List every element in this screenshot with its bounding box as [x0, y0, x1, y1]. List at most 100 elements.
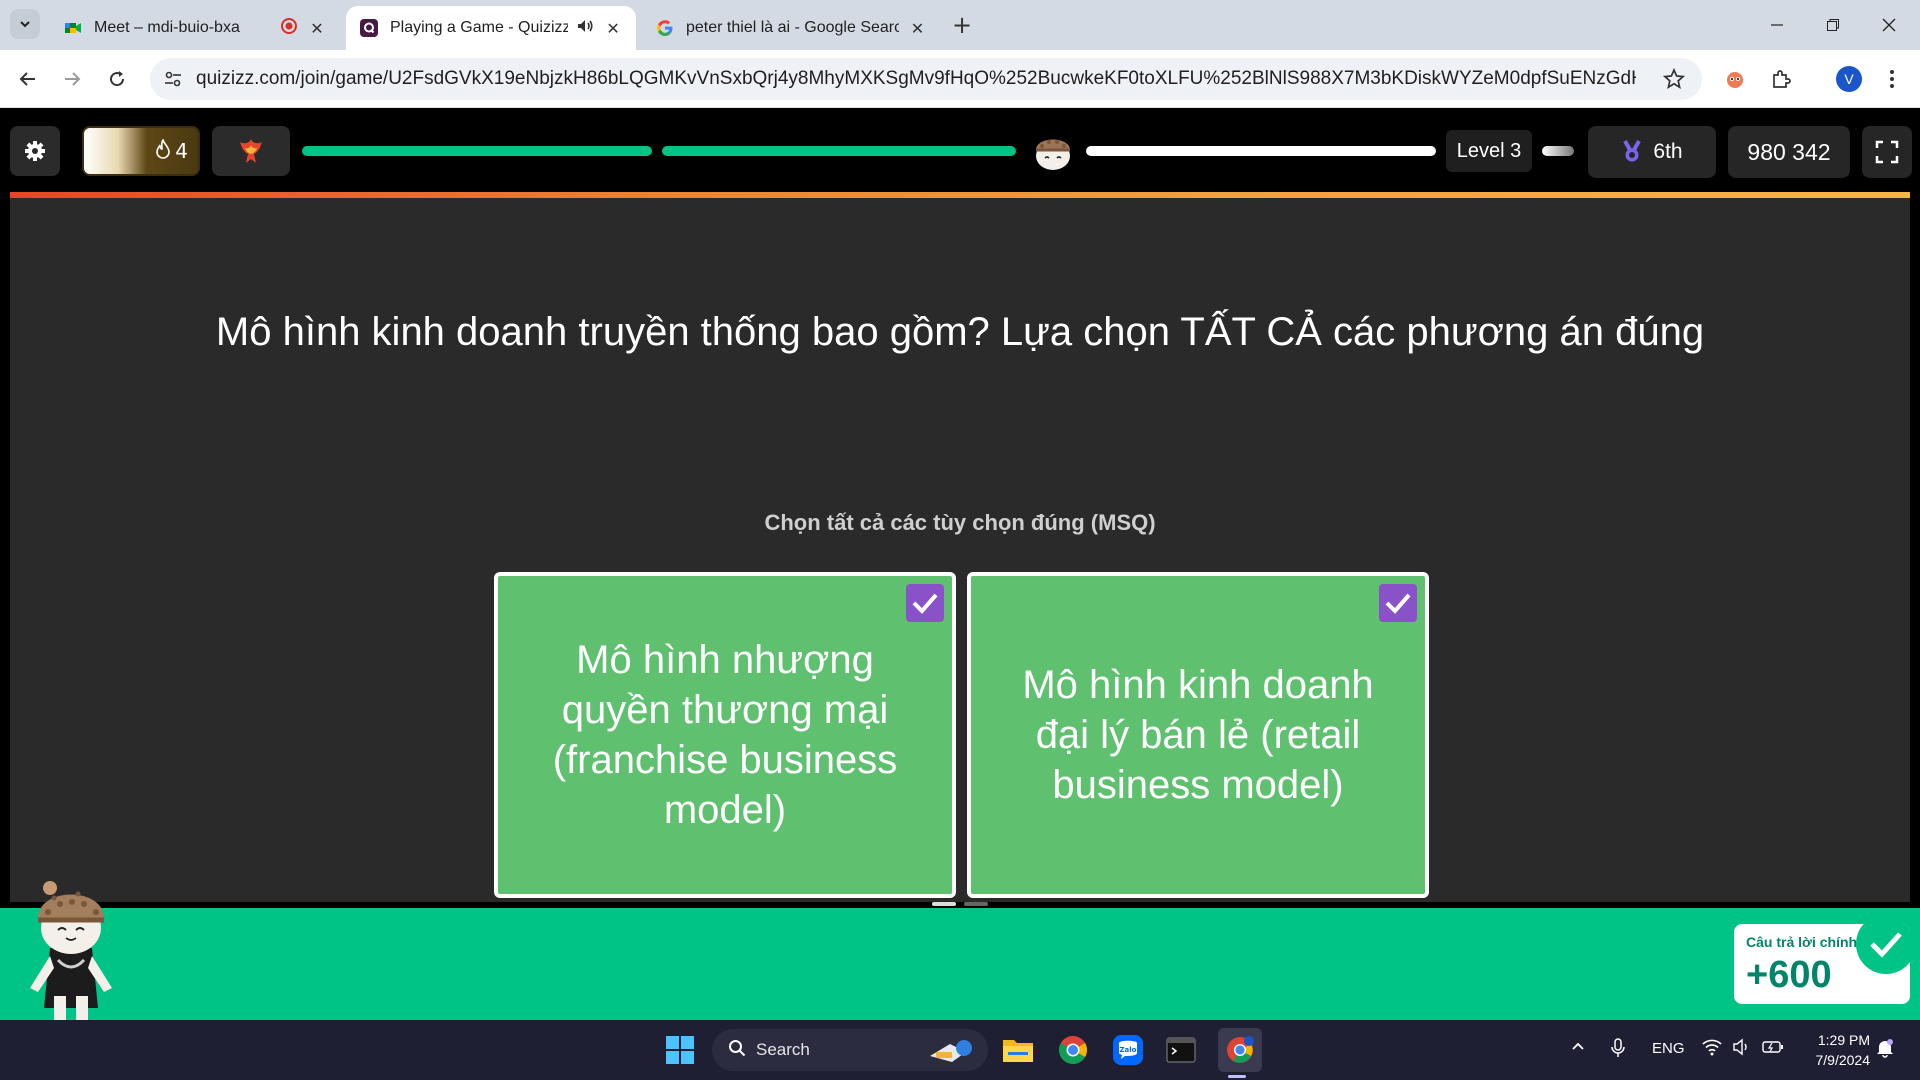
taskbar-search-box[interactable]: Search	[712, 1029, 988, 1071]
search-highlight-icon	[922, 1034, 978, 1071]
restore-icon	[1827, 19, 1839, 31]
answer-option-1[interactable]: Mô hình nhượng quyền thương mại (franchi…	[494, 572, 956, 898]
correct-answer-label: Câu trả lời chính	[1746, 934, 1858, 950]
browser-toolbar: quizizz.com/join/game/U2FsdGVkX19eNbjzkH…	[0, 50, 1920, 108]
site-info-icon[interactable]	[162, 68, 184, 90]
rank-indicator[interactable]: 6th	[1588, 126, 1716, 178]
terminal-icon[interactable]	[1163, 1032, 1199, 1068]
profile-avatar[interactable]: V	[1836, 66, 1862, 92]
powerup-button[interactable]	[212, 126, 290, 176]
windows-taskbar: Search Zalo ENG 1:29 PM 7/9/2024	[0, 1020, 1920, 1080]
wifi-icon[interactable]	[1702, 1038, 1722, 1060]
microphone-icon[interactable]	[1610, 1038, 1626, 1062]
level-badge: Level 3	[1446, 130, 1532, 172]
reload-button[interactable]	[103, 65, 131, 93]
quizizz-game: 4 Level 3 6th 980 342 Mô hình kinh doanh…	[0, 108, 1920, 1020]
active-app-indicator	[1228, 1075, 1246, 1078]
next-level-progress	[1542, 146, 1574, 156]
correct-answer-card: Câu trả lời chính +600	[1734, 924, 1910, 1004]
svg-text:Zalo: Zalo	[1119, 1046, 1136, 1054]
clock-date: 7/9/2024	[1815, 1052, 1871, 1068]
extension-icon[interactable]	[1720, 64, 1750, 94]
checkbox-checked-icon[interactable]	[906, 584, 944, 622]
url-text[interactable]: quizizz.com/join/game/U2FsdGVkX19eNbjzkH…	[196, 68, 1636, 90]
answer-feedback-bar: Câu trả lời chính +600	[0, 881, 1920, 1020]
answer-option-text: Mô hình kinh doanh đại lý bán lẻ (retail…	[1022, 663, 1374, 807]
settings-button[interactable]	[10, 126, 60, 176]
phoenix-powerup-icon	[240, 139, 262, 163]
rank-text: 6th	[1653, 140, 1683, 163]
recording-icon	[280, 17, 298, 39]
forward-button[interactable]	[58, 65, 86, 93]
question-type-hint: Chọn tất cả các tùy chọn đúng (MSQ)	[764, 510, 1156, 535]
answer-option-2[interactable]: Mô hình kinh doanh đại lý bán lẻ (retail…	[967, 572, 1429, 898]
language-indicator[interactable]: ENG	[1652, 1040, 1685, 1057]
battery-icon[interactable]	[1762, 1038, 1784, 1060]
volume-icon[interactable]	[1732, 1038, 1752, 1060]
google-icon	[657, 20, 673, 36]
restore-button[interactable]	[1818, 10, 1848, 40]
minimize-icon	[1771, 24, 1783, 26]
zalo-icon[interactable]: Zalo	[1110, 1032, 1146, 1068]
question-progress-segment	[302, 146, 652, 156]
clock-time: 1:29 PM	[1817, 1032, 1870, 1048]
close-window-button[interactable]	[1874, 10, 1904, 40]
points-earned: +600	[1746, 954, 1832, 996]
address-bar[interactable]: quizizz.com/join/game/U2FsdGVkX19eNbjzkH…	[150, 58, 1702, 100]
page-indicator[interactable]	[964, 902, 988, 906]
extensions-puzzle-icon[interactable]	[1766, 64, 1796, 94]
new-tab-button[interactable]: +	[950, 11, 974, 39]
notification-bell-icon[interactable]	[1876, 1038, 1894, 1062]
quizizz-icon	[360, 19, 378, 37]
score-display: 980 342	[1728, 126, 1850, 178]
speaker-icon[interactable]	[576, 17, 594, 39]
search-placeholder: Search	[756, 1040, 810, 1059]
streak-counter: 4	[82, 126, 200, 176]
fullscreen-icon	[1875, 140, 1899, 164]
level-progress-bar	[1086, 146, 1436, 156]
streak-count: 4	[175, 139, 188, 163]
bookmark-star-icon[interactable]	[1662, 67, 1686, 91]
tab-meet[interactable]: Meet – mdi-buio-bxa ✕	[50, 6, 340, 50]
chrome-icon[interactable]	[1055, 1032, 1091, 1068]
tab-google-search[interactable]: peter thiel là ai - Google Search ✕	[642, 6, 940, 50]
browser-tab-strip: Meet – mdi-buio-bxa ✕ Playing a Game - Q…	[0, 0, 1920, 50]
search-icon	[728, 1039, 746, 1062]
player-character-icon	[20, 878, 120, 1020]
chevron-down-icon	[20, 21, 30, 28]
checkmark-icon	[1856, 924, 1910, 974]
more-menu-icon[interactable]	[1880, 66, 1904, 92]
close-tab-icon[interactable]: ✕	[308, 19, 326, 38]
google-meet-icon	[65, 23, 81, 33]
close-icon	[1882, 18, 1896, 32]
question-progress-segment	[662, 146, 1016, 156]
tab-title: Playing a Game - Quizizz	[390, 19, 569, 36]
question-text: Mô hình kinh doanh truyền thống bao gồm?…	[215, 310, 1705, 354]
tab-search-button[interactable]	[10, 9, 40, 39]
show-hidden-icons-chevron-icon[interactable]	[1570, 1038, 1586, 1058]
question-panel: Mô hình kinh doanh truyền thống bao gồm?…	[10, 192, 1910, 902]
reload-icon	[110, 71, 125, 87]
tab-title: peter thiel là ai - Google Search	[686, 19, 899, 36]
tab-title: Meet – mdi-buio-bxa	[94, 19, 240, 36]
chrome-profile-icon[interactable]	[1218, 1028, 1262, 1072]
back-button[interactable]	[14, 65, 42, 93]
fullscreen-button[interactable]	[1862, 126, 1912, 178]
arrow-right-icon	[65, 72, 81, 86]
checkbox-checked-icon[interactable]	[1379, 584, 1417, 622]
arrow-left-icon	[19, 72, 35, 86]
flame-icon	[155, 137, 171, 164]
game-header: 4 Level 3 6th 980 342	[0, 108, 1920, 192]
close-tab-icon[interactable]: ✕	[909, 19, 926, 38]
minimize-button[interactable]	[1762, 10, 1792, 40]
file-explorer-icon[interactable]	[1000, 1032, 1036, 1068]
system-clock[interactable]: 1:29 PM 7/9/2024	[1800, 1030, 1871, 1070]
page-indicator-active[interactable]	[932, 902, 956, 906]
gear-icon	[25, 141, 45, 161]
player-avatar-icon	[1030, 126, 1076, 172]
close-tab-icon[interactable]: ✕	[604, 19, 622, 38]
tab-quizizz[interactable]: Playing a Game - Quizizz ✕	[346, 6, 636, 50]
windows-start-icon[interactable]	[662, 1032, 698, 1068]
medal-icon	[1623, 140, 1642, 162]
answer-option-text: Mô hình nhượng quyền thương mại (franchi…	[552, 638, 898, 832]
